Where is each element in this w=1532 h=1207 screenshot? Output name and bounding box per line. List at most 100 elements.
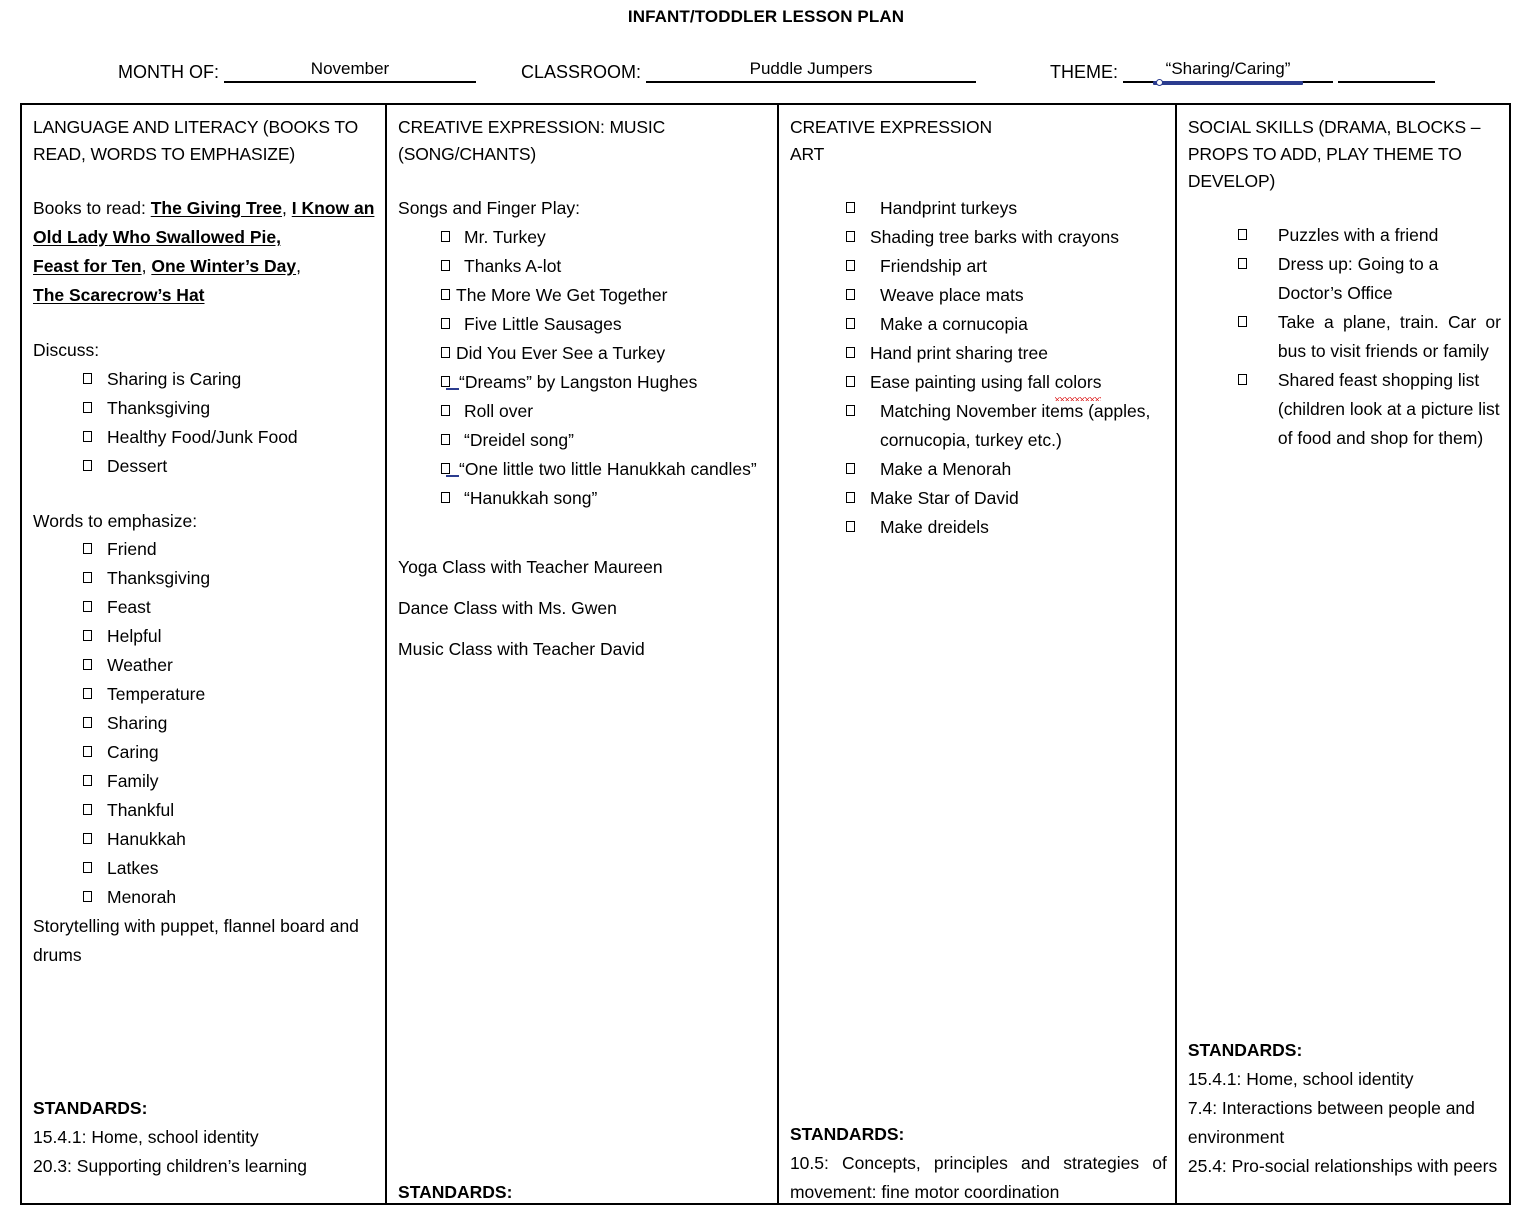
- checkbox-icon[interactable]: [1237, 316, 1247, 327]
- list-item[interactable]: “Hanukkah song”: [398, 484, 769, 513]
- list-item[interactable]: Friendship art: [790, 252, 1167, 281]
- classroom-field: CLASSROOM: Puddle Jumpers: [521, 58, 977, 83]
- list-item[interactable]: Make Star of David: [790, 484, 1167, 513]
- list-item[interactable]: Helpful: [33, 622, 377, 651]
- list-item[interactable]: Make dreidels: [790, 513, 1167, 542]
- list-item[interactable]: Temperature: [33, 680, 377, 709]
- checkbox-icon[interactable]: [441, 259, 451, 271]
- checkbox-icon[interactable]: [441, 491, 451, 503]
- checkbox-icon[interactable]: [83, 572, 92, 583]
- list-item[interactable]: Shading tree barks with crayons: [790, 223, 1167, 252]
- list-item[interactable]: Handprint turkeys: [790, 194, 1167, 223]
- list-item[interactable]: Five Little Sausages: [398, 310, 769, 339]
- list-item[interactable]: Friend: [33, 535, 377, 564]
- checkbox-icon[interactable]: [83, 543, 92, 554]
- checkbox-icon[interactable]: [441, 230, 451, 242]
- checkbox-icon[interactable]: [83, 401, 92, 413]
- list-item[interactable]: Mr. Turkey: [398, 223, 769, 252]
- list-item[interactable]: The More We Get Together: [398, 281, 769, 310]
- books-to-read-label: Books to read:: [33, 198, 146, 218]
- checkbox-icon[interactable]: [1237, 374, 1247, 385]
- list-item[interactable]: Roll over: [398, 397, 769, 426]
- list-item[interactable]: Healthy Food/Junk Food: [33, 423, 377, 452]
- checkbox-icon[interactable]: [845, 463, 855, 474]
- checkbox-icon[interactable]: [845, 289, 855, 300]
- list-item[interactable]: “Dreidel song”: [398, 426, 769, 455]
- list-item[interactable]: Feast: [33, 593, 377, 622]
- checkbox-icon[interactable]: [845, 521, 855, 532]
- list-item[interactable]: Shared feast shopping list (children loo…: [1188, 366, 1501, 453]
- checkbox-icon[interactable]: [83, 833, 92, 844]
- header-fields-row: MONTH OF: November CLASSROOM: Puddle Jum…: [0, 45, 1532, 91]
- theme-label: THEME:: [1050, 62, 1119, 82]
- list-item[interactable]: Weave place mats: [790, 281, 1167, 310]
- list-item[interactable]: Dessert: [33, 452, 377, 481]
- checkbox-icon[interactable]: [845, 405, 855, 416]
- list-item[interactable]: Sharing: [33, 709, 377, 738]
- checkbox-icon[interactable]: [441, 462, 451, 474]
- list-item-label: Temperature: [107, 684, 206, 704]
- checkbox-icon[interactable]: [83, 891, 92, 902]
- checkbox-icon[interactable]: [83, 746, 92, 757]
- checkbox-icon[interactable]: [441, 375, 451, 387]
- list-item[interactable]: Thanksgiving: [33, 394, 377, 423]
- checkbox-icon[interactable]: [83, 688, 92, 699]
- checkbox-icon[interactable]: [845, 260, 855, 271]
- checkbox-icon[interactable]: [83, 459, 92, 471]
- list-item[interactable]: Hanukkah: [33, 825, 377, 854]
- list-item[interactable]: Caring: [33, 738, 377, 767]
- book-title-1: The Giving Tree: [150, 198, 283, 218]
- checkbox-icon[interactable]: [83, 630, 92, 641]
- checkbox-icon[interactable]: [441, 433, 451, 445]
- classroom-value[interactable]: Puddle Jumpers: [646, 58, 977, 83]
- checkbox-icon[interactable]: [83, 775, 92, 786]
- checkbox-icon[interactable]: [1237, 258, 1247, 269]
- checkbox-icon[interactable]: [441, 288, 451, 300]
- words-to-emphasize-label: Words to emphasize:: [33, 510, 198, 531]
- list-item[interactable]: Family: [33, 767, 377, 796]
- checkbox-icon[interactable]: [83, 862, 92, 873]
- list-item[interactable]: Menorah: [33, 883, 377, 912]
- list-item[interactable]: “Dreams” by Langston Hughes: [398, 368, 769, 397]
- month-field: MONTH OF: November: [118, 58, 477, 83]
- list-item[interactable]: Weather: [33, 651, 377, 680]
- list-item-label: “Hanukkah song”: [464, 487, 598, 508]
- list-item[interactable]: Latkes: [33, 854, 377, 883]
- checkbox-icon[interactable]: [845, 347, 855, 358]
- list-item-label: Did You Ever See a Turkey: [456, 342, 666, 363]
- list-item[interactable]: “One little two little Hanukkah candles”: [398, 455, 769, 484]
- checkbox-icon[interactable]: [83, 372, 92, 384]
- checkbox-icon[interactable]: [83, 430, 92, 442]
- list-item[interactable]: Matching November items (apples, cornuco…: [790, 397, 1167, 455]
- list-item[interactable]: Puzzles with a friend: [1188, 221, 1501, 250]
- list-item[interactable]: Hand print sharing tree: [790, 339, 1167, 368]
- list-item[interactable]: Ease painting using fall colors: [790, 368, 1167, 401]
- list-item[interactable]: Thanks A-lot: [398, 252, 769, 281]
- checkbox-icon[interactable]: [845, 202, 855, 213]
- checkbox-icon[interactable]: [845, 231, 855, 242]
- checkbox-icon[interactable]: [83, 659, 92, 670]
- checkbox-icon[interactable]: [441, 346, 451, 358]
- checkbox-icon[interactable]: [441, 317, 451, 329]
- list-item[interactable]: Make a Menorah: [790, 455, 1167, 484]
- list-item[interactable]: Take a plane, train. Car or bus to visit…: [1188, 308, 1501, 366]
- checkbox-icon[interactable]: [1237, 229, 1247, 240]
- checkbox-icon[interactable]: [845, 492, 855, 503]
- list-item[interactable]: Thankful: [33, 796, 377, 825]
- list-item[interactable]: Sharing is Caring: [33, 365, 377, 394]
- list-item[interactable]: Did You Ever See a Turkey: [398, 339, 769, 368]
- list-item[interactable]: Make a cornucopia: [790, 310, 1167, 339]
- list-item-label: Roll over: [464, 400, 534, 421]
- checkbox-icon[interactable]: [845, 376, 855, 387]
- checkbox-icon[interactable]: [83, 601, 92, 612]
- list-item[interactable]: Thanksgiving: [33, 564, 377, 593]
- checkbox-icon[interactable]: [83, 804, 92, 815]
- checkbox-icon[interactable]: [845, 318, 855, 329]
- list-item-label: Friend: [107, 539, 157, 559]
- theme-value[interactable]: “Sharing/Caring”: [1123, 58, 1334, 86]
- list-item-label: Weather: [107, 655, 173, 675]
- checkbox-icon[interactable]: [441, 404, 451, 416]
- month-value[interactable]: November: [224, 58, 477, 83]
- checkbox-icon[interactable]: [83, 717, 92, 728]
- list-item[interactable]: Dress up: Going to a Doctor’s Office: [1188, 250, 1501, 308]
